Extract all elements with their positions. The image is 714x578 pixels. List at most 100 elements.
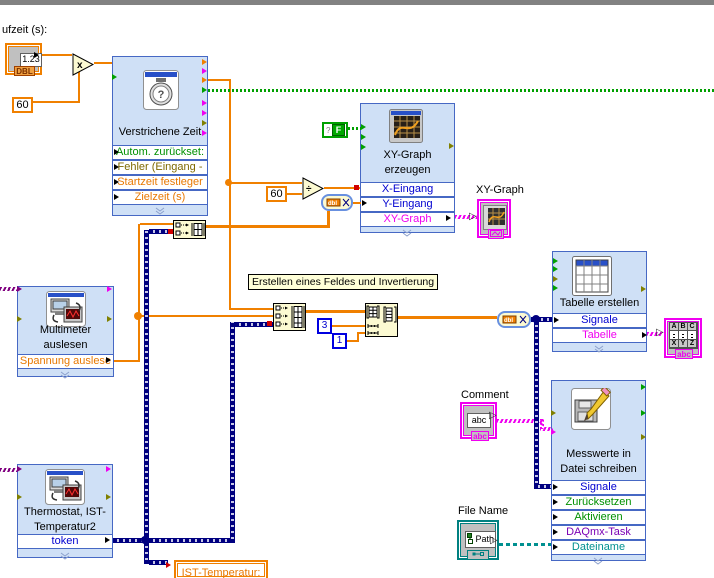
free-comment-label[interactable]: Erstellen eines Feldes und Invertierung xyxy=(248,274,439,290)
stopwatch-icon: ? xyxy=(143,70,179,115)
input-terminal-icon xyxy=(361,124,366,130)
input-terminal-icon xyxy=(551,429,556,435)
numeric-constant-60[interactable]: 60 xyxy=(12,97,33,113)
wire-3-to-reshape[interactable] xyxy=(332,325,365,327)
output-terminal-icon xyxy=(202,59,207,65)
wire-dynamic-to-write[interactable] xyxy=(534,484,551,489)
wire-voltage-to-array2[interactable] xyxy=(140,315,273,317)
wire-false-to-xy[interactable] xyxy=(348,127,361,130)
input-terminal-icon xyxy=(114,179,119,185)
wire-elapsed-out[interactable] xyxy=(208,79,231,81)
vi-xy-title-1: XY-Graph xyxy=(383,149,432,161)
vi-thermostat-row-token[interactable]: token xyxy=(17,534,113,549)
path-type-tab xyxy=(467,550,489,560)
input-terminal-icon xyxy=(114,164,119,170)
vi-xy-row-y-input[interactable]: Y-Eingang xyxy=(360,197,455,212)
vi-multimeter-title-2: auslesen xyxy=(43,339,88,351)
output-terminal-icon xyxy=(449,143,454,149)
mini-graph-icon xyxy=(483,205,507,230)
indicator-body: IST-Temperatur: xyxy=(177,563,265,578)
string-type-tab: abc xyxy=(471,431,489,441)
wire-visa-thermostat[interactable] xyxy=(0,468,17,472)
coercion-dot xyxy=(354,185,359,190)
wire-to-build-array2[interactable] xyxy=(231,308,275,310)
expand-chevron-icon[interactable] xyxy=(59,548,71,566)
output-terminal-icon xyxy=(641,410,646,416)
vi-write-row-enable[interactable]: Aktivieren xyxy=(551,510,646,525)
vi-elapsed-row-starttime[interactable]: Startzeit festleger xyxy=(112,175,208,190)
coercion-dot xyxy=(267,321,272,326)
wire-to-divide[interactable] xyxy=(231,182,302,184)
vi-xy-row-x-input[interactable]: X-Eingang xyxy=(360,182,455,197)
wire-array2-to-reshape[interactable] xyxy=(306,310,365,313)
wire-boolean-long[interactable] xyxy=(208,89,714,92)
terminal-input-icon: ▷ xyxy=(656,327,664,338)
expand-chevron-icon[interactable] xyxy=(593,341,605,359)
output-terminal-icon xyxy=(446,215,451,221)
path-glyph-icon xyxy=(467,533,473,544)
dbl-type-tab: DBL xyxy=(14,66,35,76)
table-type-tab: abc xyxy=(675,349,693,359)
output-terminal-icon xyxy=(202,87,207,93)
input-terminal-icon xyxy=(553,266,558,272)
wire-dbl-to-multiply[interactable] xyxy=(42,54,72,56)
wire-1-horizontal[interactable] xyxy=(357,332,365,334)
runtime-label: ufzeit (s): xyxy=(2,24,48,36)
wire-voltage-vertical[interactable] xyxy=(138,224,140,362)
wire-elapsed-vertical[interactable] xyxy=(229,79,231,310)
expand-chevron-icon[interactable] xyxy=(154,203,166,221)
wire-dynamic-down[interactable] xyxy=(534,322,539,487)
terminal-input-icon: ▷ xyxy=(469,211,477,222)
ist-temperature-indicator[interactable]: IST-Temperatur: xyxy=(174,560,268,578)
input-terminal-icon xyxy=(554,317,559,323)
input-terminal-icon xyxy=(17,286,22,292)
input-terminal-icon xyxy=(114,149,119,155)
vi-multimeter-title-1: Multimeter xyxy=(39,324,92,336)
vi-write-row-signals[interactable]: Signale xyxy=(551,480,646,495)
wire-token-vertical-2[interactable] xyxy=(230,322,235,543)
wire-60-horizontal[interactable] xyxy=(33,101,79,103)
wire-to-build-array1[interactable] xyxy=(140,223,174,225)
comment-value[interactable]: abc xyxy=(467,413,491,428)
build-array-node[interactable] xyxy=(173,220,206,244)
vi-thermostat-title-2: Temperatur2 xyxy=(34,521,96,533)
comment-label: Comment xyxy=(461,389,509,401)
reshape-array-node[interactable] xyxy=(365,303,398,342)
input-terminal-icon xyxy=(553,258,558,264)
vi-write-row-daqmx-task[interactable]: DAQmx-Task xyxy=(551,525,646,540)
file-name-label: File Name xyxy=(458,505,509,517)
wire-reshape-to-convert[interactable] xyxy=(398,316,497,319)
wire-voltage-out[interactable] xyxy=(114,360,140,362)
multiply-node[interactable]: x xyxy=(72,53,95,81)
vi-write-row-reset[interactable]: Zurücksetzen xyxy=(551,495,646,510)
wire-token-vertical-main[interactable] xyxy=(144,230,149,543)
block-diagram-canvas[interactable]: ufzeit (s): Erstellen eines Feldes und I… xyxy=(0,0,714,578)
convert-to-dynamic-data-node[interactable]: dbl xyxy=(497,311,531,333)
expand-chevron-icon[interactable] xyxy=(59,367,71,385)
convert-to-dynamic-data-node[interactable]: dbl xyxy=(321,194,353,216)
wire-token-right[interactable] xyxy=(149,538,235,543)
svg-text:dbl: dbl xyxy=(504,318,513,324)
numeric-constant-1[interactable]: 1 xyxy=(332,333,347,349)
vi-table-row-signals[interactable]: Signale xyxy=(552,313,647,328)
wire-1-vertical[interactable] xyxy=(357,333,359,342)
expand-chevron-icon[interactable] xyxy=(401,225,413,243)
wire-convert-to-y-input[interactable] xyxy=(353,202,361,204)
vi-elapsed-row-reset[interactable]: Autom. zurückset: xyxy=(112,145,208,160)
build-array-node[interactable] xyxy=(273,303,306,336)
boolean-false-constant[interactable]: ? F xyxy=(322,122,348,138)
wire-visa-multimeter[interactable] xyxy=(0,287,17,291)
expand-chevron-icon[interactable] xyxy=(592,553,604,571)
numeric-constant-3[interactable]: 3 xyxy=(317,318,332,334)
wire-array1-out[interactable] xyxy=(206,225,330,228)
input-terminal-icon xyxy=(362,200,367,206)
vi-elapsed-title: Verstrichene Zeit xyxy=(118,126,202,138)
wire-multiply-to-elapsed[interactable] xyxy=(94,62,112,64)
wire-60-to-divide[interactable] xyxy=(287,193,302,195)
numeric-constant-60[interactable]: 60 xyxy=(266,186,287,202)
output-terminal-icon xyxy=(202,77,207,83)
input-terminal-icon xyxy=(361,144,366,150)
output-terminal-icon xyxy=(107,286,112,292)
vi-elapsed-row-error[interactable]: Fehler (Eingang - xyxy=(112,160,208,175)
wire-path-to-filename[interactable] xyxy=(499,543,551,546)
